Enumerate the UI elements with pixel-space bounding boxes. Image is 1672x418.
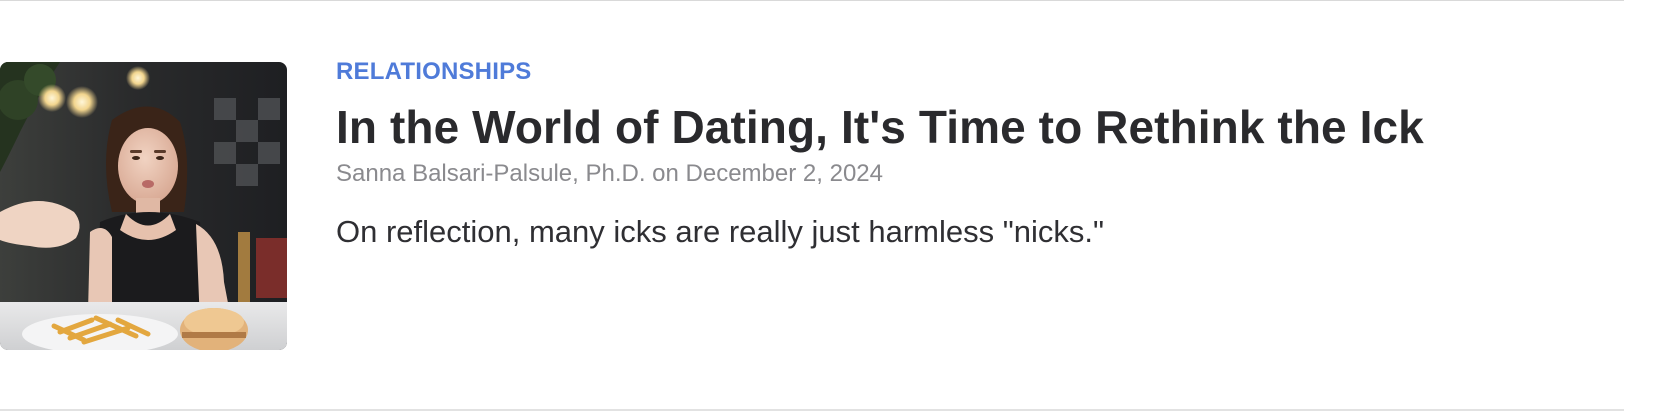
category-link[interactable]: RELATIONSHIPS <box>336 58 532 86</box>
author-link[interactable]: Sanna Balsari-Palsule, Ph.D. <box>336 160 646 187</box>
bottom-divider <box>0 409 1624 411</box>
article-thumbnail[interactable] <box>0 62 287 350</box>
top-divider <box>0 0 1624 1</box>
article-card: RELATIONSHIPS In the World of Dating, It… <box>0 58 1624 350</box>
byline-joiner: on <box>645 160 686 187</box>
article-teaser: On reflection, many icks are really just… <box>336 214 1104 249</box>
publish-date: December 2, 2024 <box>685 160 883 187</box>
article-byline: Sanna Balsari-Palsule, Ph.D. on December… <box>336 160 883 188</box>
article-title[interactable]: In the World of Dating, It's Time to Ret… <box>336 100 1424 154</box>
thumbnail-photo <box>0 62 287 350</box>
